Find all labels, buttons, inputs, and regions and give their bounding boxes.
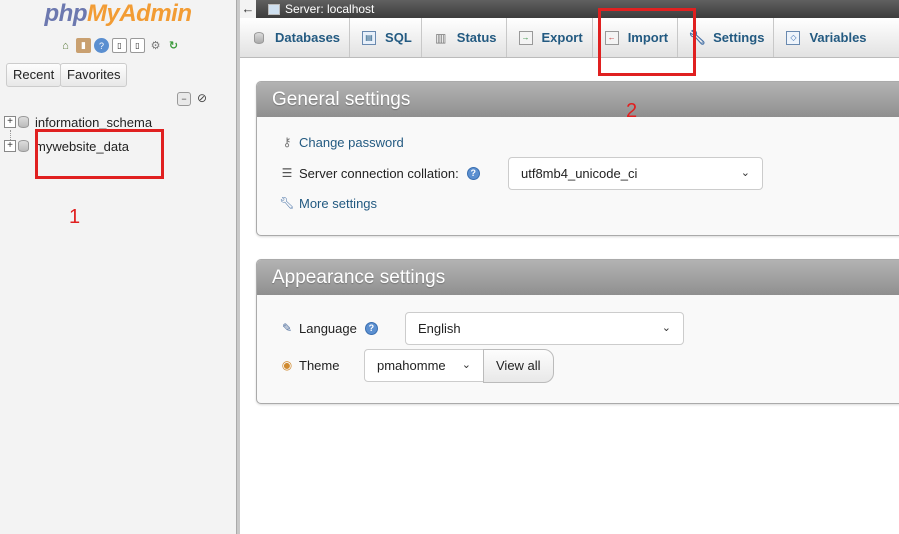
language-select[interactable]: English ⌄ xyxy=(405,312,684,345)
collapse-all-icon[interactable]: − xyxy=(177,92,191,106)
help-icon[interactable]: ? xyxy=(466,166,480,180)
recent-button[interactable]: Recent xyxy=(6,63,62,87)
theme-row: ◉ Theme xyxy=(279,357,340,373)
tab-databases[interactable]: Databases xyxy=(240,18,351,57)
home-icon[interactable]: ⌂ xyxy=(58,38,73,53)
tab-export[interactable]: → Export xyxy=(507,18,593,57)
navigation-sidebar: phpMyAdmin ⌂ ▮ ? ▯ ▯ ⚙ ↻ Recent Favorite… xyxy=(0,0,236,534)
collation-row: ☰ Server connection collation: ? xyxy=(279,165,480,181)
tab-status[interactable]: ▥ Status xyxy=(422,18,507,57)
view-all-themes-button[interactable]: View all xyxy=(483,349,554,383)
export-icon: → xyxy=(518,30,533,45)
more-settings-link[interactable]: More settings xyxy=(299,196,377,211)
help-icon[interactable]: ? xyxy=(364,321,378,335)
tab-sql[interactable]: ▤ SQL xyxy=(350,18,422,57)
gear-icon[interactable]: ⚙ xyxy=(148,38,163,53)
expand-icon[interactable]: + xyxy=(4,116,16,128)
sidebar-resizer[interactable] xyxy=(236,0,240,534)
tree-controls: − ⊘ xyxy=(177,92,209,106)
change-password-row: ⚷ Change password xyxy=(279,134,404,150)
docs-icon[interactable]: ▯ xyxy=(112,38,127,53)
server-icon xyxy=(268,3,280,15)
expand-icon[interactable]: + xyxy=(4,140,16,152)
link-icon[interactable]: ⊘ xyxy=(195,92,209,106)
collapse-sidebar-arrow[interactable]: ← xyxy=(240,0,256,18)
sidebar-nav-icons: ⌂ ▮ ? ▯ ▯ ⚙ ↻ xyxy=(58,38,181,53)
variables-icon: ◇ xyxy=(786,30,801,45)
annotation-box-1 xyxy=(35,129,164,179)
language-label: Language xyxy=(299,320,357,336)
main-tabs: Databases ▤ SQL ▥ Status → Export ← Impo… xyxy=(240,18,899,58)
theme-select[interactable]: pmahomme ⌄ xyxy=(364,349,484,382)
copy-icon[interactable]: ▯ xyxy=(130,38,145,53)
annotation-number-2: 2 xyxy=(626,100,638,122)
database-icon xyxy=(18,140,29,152)
key-icon: ⚷ xyxy=(282,135,292,149)
server-breadcrumb-bar: ← Server: localhost xyxy=(240,0,899,18)
annotation-number-1: 1 xyxy=(69,206,81,228)
list-icon: ☰ xyxy=(281,166,293,180)
panel-title: Appearance settings xyxy=(257,260,899,295)
annotation-box-2 xyxy=(598,8,696,76)
panel-title: General settings xyxy=(257,82,899,117)
palette-icon: ◉ xyxy=(281,358,293,372)
theme-label: Theme xyxy=(299,357,340,373)
change-password-link[interactable]: Change password xyxy=(299,135,404,150)
more-settings-row: 🔧︎ More settings xyxy=(279,195,377,211)
status-icon: ▥ xyxy=(435,30,447,45)
language-icon: ✎ xyxy=(281,321,293,335)
db-name[interactable]: information_schema xyxy=(35,115,152,130)
database-icon xyxy=(252,31,266,45)
help-icon[interactable]: ? xyxy=(94,38,109,53)
collation-label: Server connection collation: xyxy=(299,165,459,181)
phpmyadmin-logo[interactable]: phpMyAdmin xyxy=(0,0,236,28)
chevron-down-icon: ⌄ xyxy=(461,359,471,371)
chevron-down-icon: ⌄ xyxy=(740,167,750,179)
collation-select[interactable]: utf8mb4_unicode_ci ⌄ xyxy=(508,157,763,190)
sql-icon: ▤ xyxy=(362,30,377,45)
tab-variables[interactable]: ◇ Variables xyxy=(774,18,875,57)
chevron-down-icon: ⌄ xyxy=(661,322,671,334)
favorites-button[interactable]: Favorites xyxy=(60,63,128,87)
database-icon xyxy=(18,116,29,128)
server-breadcrumb[interactable]: Server: localhost xyxy=(285,2,374,16)
logout-icon[interactable]: ▮ xyxy=(76,38,91,53)
language-row: ✎ Language ? xyxy=(279,320,378,336)
reload-icon[interactable]: ↻ xyxy=(166,38,181,53)
wrench-icon: 🔧︎ xyxy=(279,196,295,210)
